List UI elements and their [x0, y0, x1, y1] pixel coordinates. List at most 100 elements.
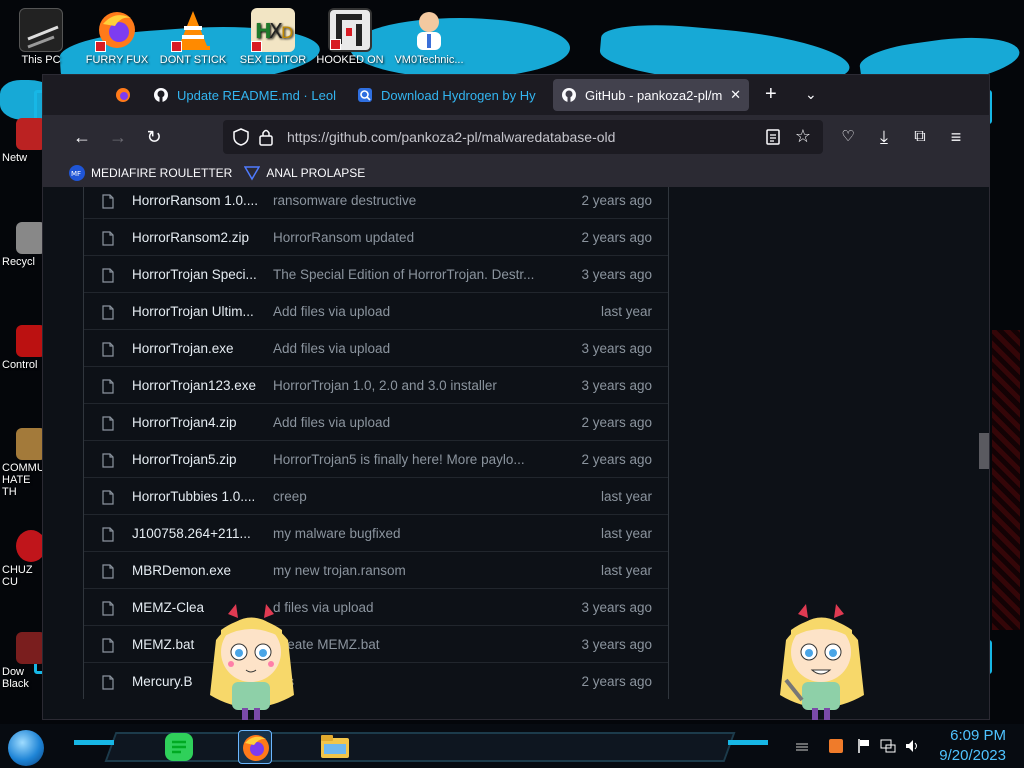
list-all-tabs-chevron-icon[interactable]: ⌄ [805, 86, 817, 103]
file-row[interactable]: HorrorTrojan5.zip HorrorTrojan5 is finall… [84, 440, 668, 477]
commit-date: 2 years ago [581, 414, 652, 430]
file-name-link[interactable]: HorrorRansom 1.0.... [132, 193, 262, 208]
file-name-link[interactable]: HorrorTrojan4.zip [132, 415, 262, 430]
desktop-icon-this-pc[interactable]: This PC [4, 8, 78, 66]
firefox-icon [243, 735, 269, 761]
file-row[interactable]: MEMZ.bat Create MEMZ.bat 3 years ago [84, 625, 668, 662]
commit-message-link[interactable]: Add files via upload [273, 304, 543, 319]
forward-arrow-icon[interactable]: → [107, 126, 129, 148]
file-name-link[interactable]: MBRDemon.exe [132, 563, 262, 578]
system-clock[interactable]: 6:09 PM 9/20/2023 [939, 726, 1006, 766]
commit-message-link[interactable]: HorrorTrojan 1.0, 2.0 and 3.0 installer [273, 378, 543, 393]
bookmark-mediafire-rouletter[interactable]: MF MEDIAFIRE ROULETTER [69, 165, 232, 181]
lock-icon[interactable] [259, 128, 273, 146]
desktop-icon-label: SEX EDITOR [239, 54, 307, 66]
desktop-icon-control-panel[interactable]: Control [2, 325, 46, 371]
file-name-link[interactable]: HorrorTrojan Ultim... [132, 304, 262, 319]
commit-message-link[interactable]: sus [273, 674, 543, 689]
file-row[interactable]: HorrorTrojan Speci... The Special Edition… [84, 255, 668, 292]
close-tab-icon[interactable]: ✕ [730, 87, 741, 103]
file-row[interactable]: MEMZ-Clea d files via upload 3 years ago [84, 588, 668, 625]
file-name-link[interactable]: HorrorTubbies 1.0.... [132, 489, 262, 504]
desktop-icon-network[interactable]: Netw [2, 118, 46, 164]
file-row[interactable]: HorrorTrojan Ultim... Add files via uploa… [84, 292, 668, 329]
start-orb-button[interactable] [8, 730, 44, 766]
commit-message-link[interactable]: d files via upload [273, 600, 543, 615]
clock-date: 9/20/2023 [939, 747, 1006, 764]
app-tray-icon[interactable] [828, 738, 844, 754]
commit-date: last year [600, 303, 652, 319]
bookmark-anal-prolapse[interactable]: ANAL PROLAPSE [244, 165, 365, 181]
desktop-icon-sex-editor[interactable]: HXD SEX EDITOR [236, 8, 310, 66]
tab-bar: Update README.md · Leol... Download Hydr… [43, 75, 989, 115]
new-tab-plus-icon[interactable]: + [765, 83, 777, 106]
file-name-link[interactable]: HorrorTrojan.exe [132, 341, 262, 356]
github-icon [562, 88, 576, 102]
desktop-icon-label: COMMU HATE TH [2, 462, 45, 498]
file-row[interactable]: HorrorTrojan123.exe HorrorTrojan 1.0, 2.0… [84, 366, 668, 403]
tray-expand-icon[interactable] [794, 738, 810, 754]
bookmark-star-icon[interactable]: ☆ [795, 126, 811, 147]
bookmark-label: MEDIAFIRE ROULETTER [91, 166, 233, 180]
wallpaper-frame-right [978, 80, 1024, 720]
page-scrollbar-thumb[interactable] [979, 433, 989, 469]
commit-message-link[interactable]: Add files via upload [273, 341, 543, 356]
commit-message-link[interactable]: my malware bugfixed [273, 526, 543, 541]
file-row[interactable]: HorrorRansom2.zip HorrorRansom updated 2 y… [84, 218, 668, 255]
commit-date: 3 years ago [581, 636, 652, 652]
commit-message-link[interactable]: Add files via upload [273, 415, 543, 430]
commit-message-link[interactable]: HorrorTrojan5 is finally here! More payl… [273, 452, 543, 467]
address-bar[interactable]: https://github.com/pankoza2-pl/malwareda… [223, 120, 823, 154]
pocket-icon[interactable]: ♡ [837, 126, 859, 148]
commit-message-link[interactable]: ransomware destructive [273, 193, 543, 208]
desktop-icon-download[interactable]: Dow Black [2, 632, 46, 690]
file-name-link[interactable]: HorrorTrojan123.exe [132, 378, 262, 393]
tracking-shield-icon[interactable] [233, 128, 249, 146]
commit-message-link[interactable]: Create MEMZ.bat [273, 637, 543, 652]
file-row[interactable]: MBRDemon.exe my new trojan.ransom last yea… [84, 551, 668, 588]
desktop-icon-commu[interactable]: COMMU HATE TH [2, 428, 46, 498]
back-arrow-icon[interactable]: ← [71, 126, 93, 148]
desktop-icon-label: This PC [21, 54, 61, 66]
desktop-icon-vm0technic[interactable]: VM0Technic... [392, 8, 466, 66]
desktop-icon-chuz[interactable]: CHUZ CU [2, 530, 46, 588]
hamburger-menu-icon[interactable]: ≡ [945, 126, 967, 148]
reload-icon[interactable]: ↻ [143, 126, 165, 148]
file-row[interactable]: Mercury.Bsus2 years ago [84, 662, 668, 699]
commit-message-link[interactable]: my new trojan.ransom [273, 563, 543, 578]
file-row[interactable]: HorrorRansom 1.0.... ransomware destructi… [84, 187, 668, 218]
file-name-link[interactable]: HorrorTrojan5.zip [132, 452, 262, 467]
file-name-link[interactable]: HorrorRansom2.zip [132, 230, 262, 245]
taskbar-notes-app[interactable] [162, 730, 196, 764]
action-center-flag-icon[interactable] [856, 738, 872, 754]
taskbar-file-explorer[interactable] [318, 730, 352, 764]
file-row[interactable]: J100758.264+211... my malware bugfixed las… [84, 514, 668, 551]
commit-message-link[interactable]: The Special Edition of HorrorTrojan. Des… [273, 267, 543, 282]
file-row[interactable]: HorrorTubbies 1.0.... creep last year [84, 477, 668, 514]
file-row[interactable]: HorrorTrojan.exe Add files via upload 3 ye… [84, 329, 668, 366]
tab-firefox-view[interactable] [107, 79, 137, 111]
commit-message-link[interactable]: creep [273, 489, 543, 504]
network-tray-icon[interactable] [880, 738, 896, 754]
extensions-puzzle-icon[interactable]: ⧉ [909, 126, 931, 148]
reader-view-icon[interactable] [765, 128, 781, 146]
desktop-icon-hooked-on[interactable]: HOOKED ON [313, 8, 387, 66]
commit-date: 3 years ago [581, 266, 652, 282]
desktop-icon-recycle-bin[interactable]: Recycl [2, 222, 46, 268]
file-row[interactable]: HorrorTrojan4.zip Add files via upload 2 y… [84, 403, 668, 440]
desktop-icon-furry-fux[interactable]: FURRY FUX [80, 8, 154, 66]
file-icon [102, 305, 114, 320]
desktop-icon-dont-stick[interactable]: DONT STICK [156, 8, 230, 66]
downloads-icon[interactable]: ⤓ [873, 126, 895, 148]
volume-icon[interactable] [904, 738, 920, 754]
tab-download-hydrogen[interactable]: Download Hydrogen by Hy [349, 79, 545, 111]
file-name-link[interactable]: HorrorTrojan Speci... [132, 267, 262, 282]
tab-update-readme[interactable]: Update README.md · Leol... [145, 79, 345, 111]
desktop-icon-label: Control [2, 359, 38, 371]
file-name-link[interactable]: J100758.264+211... [132, 526, 262, 541]
tab-github-malwaredatabase[interactable]: GitHub - pankoza2-pl/malw ✕ [553, 79, 749, 111]
taskbar-firefox[interactable] [238, 730, 272, 764]
commit-date: last year [600, 562, 652, 578]
commit-message-link[interactable]: HorrorRansom updated [273, 230, 543, 245]
taskbar-decoration [74, 740, 114, 745]
